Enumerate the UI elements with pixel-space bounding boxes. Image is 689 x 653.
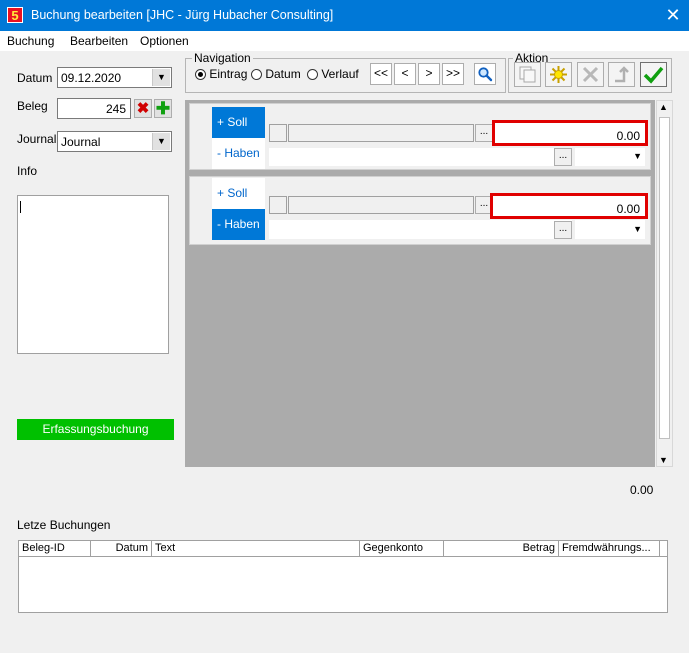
radio-eintrag-label: Eintrag	[209, 67, 248, 81]
info-textarea[interactable]	[17, 195, 169, 354]
entry-2-currency-select[interactable]: ▼	[575, 220, 645, 239]
cancel-icon[interactable]	[577, 62, 604, 87]
beleg-label: Beleg	[17, 99, 48, 113]
recent-bookings-table[interactable]: Beleg-ID Datum Text Gegenkonto Betrag Fr…	[18, 540, 668, 613]
entry-2-soll-label: + Soll	[217, 186, 248, 200]
entry-2-soll-account[interactable]	[288, 196, 474, 214]
table-header: Beleg-ID Datum Text Gegenkonto Betrag Fr…	[19, 541, 667, 557]
menu-optionen[interactable]: Optionen	[140, 34, 189, 48]
entry-1-soll-account[interactable]	[288, 124, 474, 142]
entry-2-soll-tab[interactable]: + Soll	[212, 178, 265, 209]
recent-title: Letze Buchungen	[17, 518, 111, 532]
scroll-down-icon[interactable]: ▼	[659, 455, 668, 465]
radio-datum[interactable]: Datum	[251, 67, 301, 81]
previous-button[interactable]: <	[394, 63, 416, 85]
radio-verlauf[interactable]: Verlauf	[307, 67, 359, 81]
confirm-icon[interactable]	[640, 62, 667, 87]
total-amount: 0.00	[630, 483, 654, 497]
title-bar: 5 Buchung bearbeiten [JHC - Jürg Hubache…	[0, 0, 689, 31]
chevron-down-icon[interactable]: ▼	[633, 151, 642, 161]
entry-1-amount[interactable]: 0.00	[492, 120, 648, 146]
add-beleg-icon[interactable]: ✚	[154, 99, 172, 118]
entry-2-haben-account[interactable]	[269, 220, 572, 239]
radio-verlauf-label: Verlauf	[321, 67, 359, 81]
datum-label: Datum	[17, 71, 53, 85]
close-icon[interactable]: ✕	[659, 3, 687, 27]
entry-1-soll-tab[interactable]: + Soll	[212, 107, 265, 138]
menu-bearbeiten[interactable]: Bearbeiten	[70, 34, 128, 48]
datum-value: 09.12.2020	[61, 71, 122, 85]
journal-select[interactable]: Journal ▼	[57, 131, 172, 152]
chevron-down-icon[interactable]: ▼	[152, 133, 170, 150]
col-text[interactable]: Text	[152, 541, 360, 557]
col-datum[interactable]: Datum	[91, 541, 152, 557]
next-button[interactable]: >	[418, 63, 440, 85]
entry-1-soll-label: + Soll	[217, 115, 248, 129]
erfassungsbuchung-button[interactable]: Erfassungsbuchung	[17, 419, 174, 440]
entry-1-soll-code[interactable]	[269, 124, 287, 142]
entry-1-soll-browse-button[interactable]: ...	[475, 124, 493, 142]
scroll-up-icon[interactable]: ▲	[659, 102, 668, 112]
menu-buchung[interactable]: Buchung	[7, 34, 54, 48]
info-label: Info	[17, 164, 38, 178]
radio-eintrag[interactable]: Eintrag	[195, 67, 247, 81]
radio-verlauf-indicator[interactable]	[307, 69, 318, 81]
col-beleg-id[interactable]: Beleg-ID	[19, 541, 91, 557]
datum-picker[interactable]: 09.12.2020 ▼	[57, 67, 172, 88]
radio-datum-indicator[interactable]	[251, 69, 262, 81]
beleg-value: 245	[105, 102, 126, 116]
delete-beleg-icon[interactable]: ✖	[134, 99, 152, 118]
entry-2-haben-label: - Haben	[217, 217, 260, 231]
menu-bar: Buchung Bearbeiten Optionen	[0, 31, 689, 51]
entry-1-haben-account[interactable]	[269, 148, 572, 166]
beleg-input[interactable]: 245	[57, 98, 131, 119]
last-button[interactable]: >>	[442, 63, 464, 85]
scrollbar[interactable]: ▲ ▼	[656, 100, 673, 467]
search-icon[interactable]	[474, 63, 496, 85]
col-betrag[interactable]: Betrag	[444, 541, 559, 557]
app-icon: 5	[7, 7, 23, 23]
radio-eintrag-indicator[interactable]	[195, 69, 206, 81]
new-icon[interactable]	[545, 62, 572, 87]
undo-icon[interactable]	[608, 62, 635, 87]
scrollbar-thumb[interactable]	[659, 117, 670, 439]
chevron-down-icon[interactable]: ▼	[152, 69, 170, 86]
first-button[interactable]: <<	[370, 63, 392, 85]
text-cursor	[20, 201, 21, 213]
entry-1-haben-tab[interactable]: - Haben	[212, 138, 265, 169]
journal-label: Journal	[17, 132, 57, 146]
entry-1-haben-label: - Haben	[217, 146, 260, 160]
copy-icon[interactable]	[514, 62, 541, 87]
col-gegenkonto[interactable]: Gegenkonto	[360, 541, 444, 557]
entry-2-haben-tab[interactable]: - Haben	[212, 209, 265, 240]
entry-1-currency-select[interactable]: ▼	[575, 148, 645, 166]
entry-2-haben-browse-button[interactable]: ...	[554, 221, 572, 239]
radio-datum-label: Datum	[265, 67, 301, 81]
entry-2-soll-code[interactable]	[269, 196, 287, 214]
window-title: Buchung bearbeiten [JHC - Jürg Hubacher …	[31, 8, 334, 22]
entry-1-haben-browse-button[interactable]: ...	[554, 148, 572, 166]
entry-2-amount[interactable]: 0.00	[490, 193, 648, 219]
chevron-down-icon[interactable]: ▼	[633, 224, 642, 234]
journal-value: Journal	[61, 135, 101, 149]
col-fremdwaehrung[interactable]: Fremdwährungs...	[559, 541, 660, 557]
navigation-title: Navigation	[192, 51, 253, 65]
